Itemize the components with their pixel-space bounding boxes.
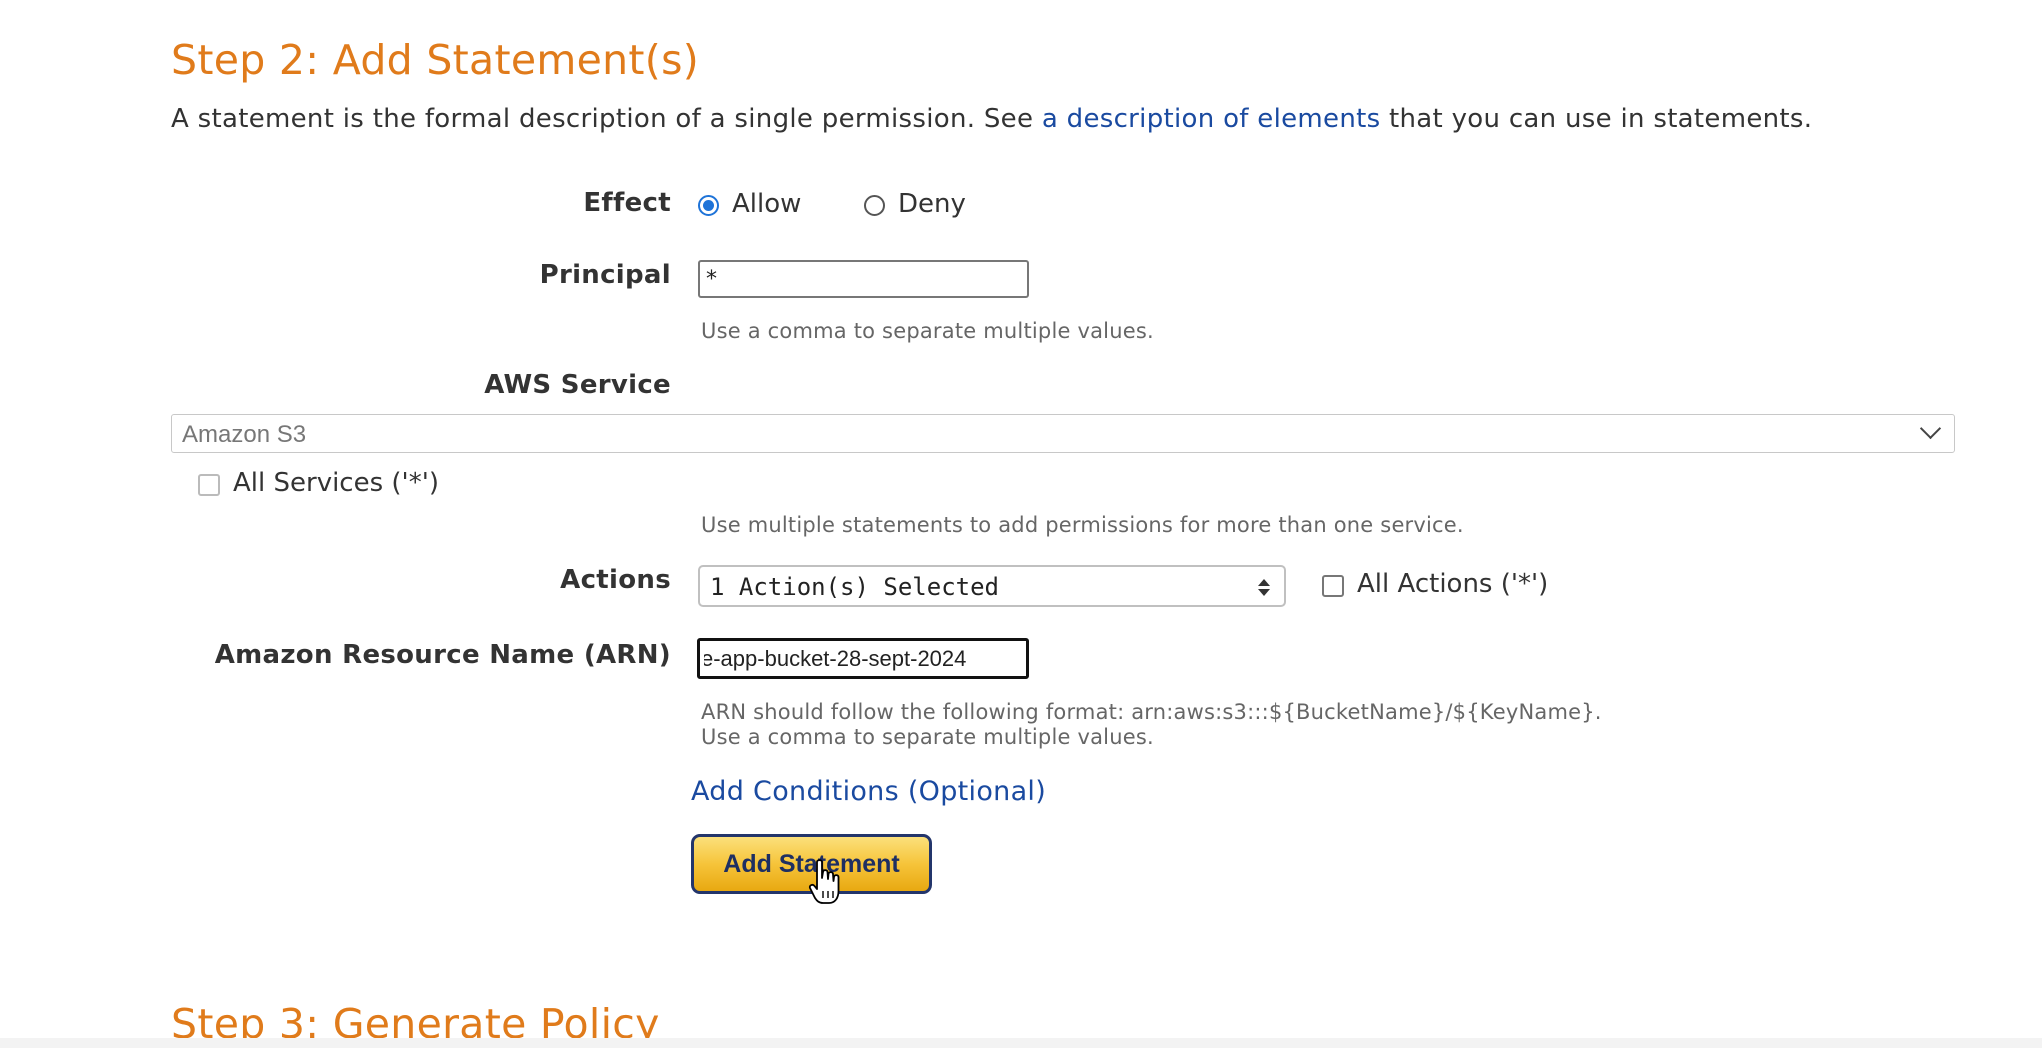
step2-title: Step 2: Add Statement(s)	[171, 36, 700, 84]
all-services-label[interactable]: All Services ('*')	[233, 468, 439, 498]
effect-allow-radio[interactable]	[698, 195, 719, 216]
aws-service-label: AWS Service	[484, 370, 671, 400]
intro-text-before: A statement is the formal description of…	[171, 104, 1042, 134]
effect-deny-radio[interactable]	[864, 195, 885, 216]
arn-hint-comma: Use a comma to separate multiple values.	[701, 725, 1154, 749]
effect-allow-label[interactable]: Allow	[732, 189, 801, 219]
page-bottom-edge	[0, 1038, 2042, 1048]
arn-label: Amazon Resource Name (ARN)	[214, 640, 671, 670]
arn-hint-format: ARN should follow the following format: …	[701, 700, 1602, 724]
chevron-down-icon	[1919, 417, 1942, 440]
all-actions-checkbox[interactable]	[1322, 575, 1344, 597]
actions-select[interactable]: 1 Action(s) Selected	[698, 565, 1286, 607]
principal-input[interactable]	[698, 260, 1029, 298]
aws-service-selected-value: Amazon S3	[182, 421, 307, 448]
intro-text-after: that you can use in statements.	[1380, 104, 1813, 134]
all-actions-label[interactable]: All Actions ('*')	[1357, 569, 1548, 599]
select-down-arrow-icon	[1258, 589, 1270, 596]
select-up-arrow-icon	[1258, 579, 1270, 586]
actions-label: Actions	[560, 565, 671, 595]
effect-label: Effect	[583, 188, 671, 218]
principal-hint: Use a comma to separate multiple values.	[701, 319, 1154, 343]
aws-service-hint: Use multiple statements to add permissio…	[701, 513, 1464, 537]
effect-deny-label[interactable]: Deny	[898, 189, 966, 219]
step2-intro: A statement is the formal description of…	[171, 104, 1812, 134]
principal-label: Principal	[539, 260, 671, 290]
arn-input[interactable]	[697, 638, 1029, 679]
hand-pointer-cursor-icon	[808, 859, 840, 904]
add-conditions-link[interactable]: Add Conditions (Optional)	[691, 776, 1046, 807]
description-of-elements-link[interactable]: a description of elements	[1042, 104, 1381, 134]
aws-service-select[interactable]: Amazon S3	[171, 414, 1955, 453]
actions-selected-value: 1 Action(s) Selected	[710, 573, 999, 601]
all-services-checkbox[interactable]	[198, 474, 220, 496]
